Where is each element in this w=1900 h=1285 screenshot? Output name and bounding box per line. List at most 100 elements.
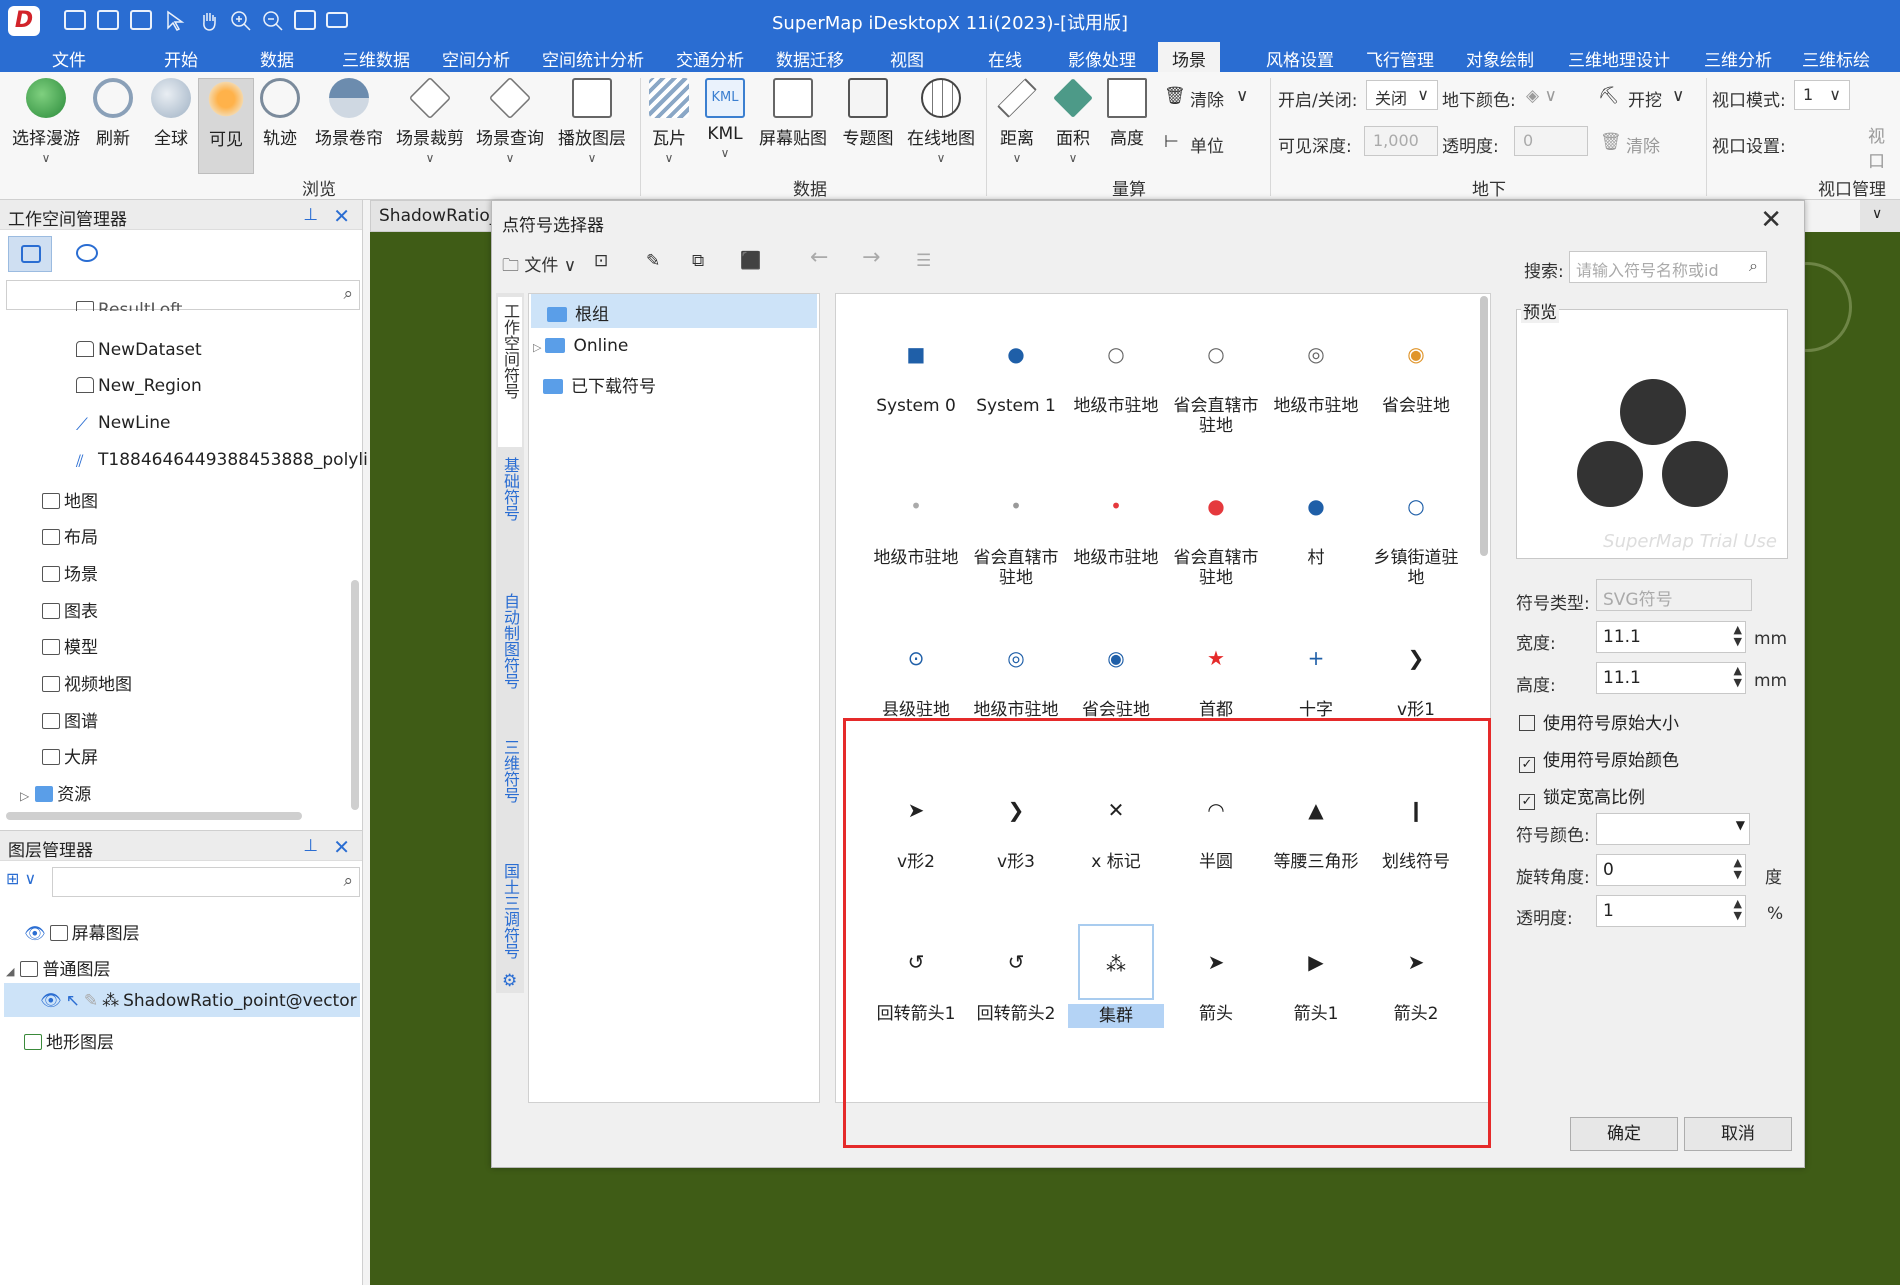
scene-swipe-button[interactable]: 场景卷帘 [310,78,388,149]
lock-aspect-ratio-checkbox[interactable]: ✓ 锁定宽高比例 [1519,783,1645,810]
symbol-cell[interactable]: ➤ v形2 [868,772,964,872]
workspace-search-input[interactable]: ⌕ [6,280,360,310]
layer-terrain[interactable]: 地形图层 [24,1028,114,1053]
symbol-cell[interactable]: ▲ 等腰三角形 [1268,772,1364,872]
forward-arrow-icon[interactable]: → [862,245,880,275]
tree-item-newdataset[interactable]: NewDataset [76,340,202,360]
symbol-cell[interactable]: ○ 地级市驻地 [1068,316,1164,416]
tree-item-video-maps[interactable]: 视频地图 [42,670,132,695]
symbol-cell[interactable]: + 十字 [1268,620,1364,720]
unit-button[interactable]: 单位 [1190,132,1224,157]
tab-flight-management[interactable]: 飞行管理 [1366,46,1434,71]
resource-tab[interactable] [66,236,110,272]
underground-color-picker[interactable]: ◈ ∨ [1526,86,1557,106]
visible-button[interactable]: 可见 [198,78,254,174]
symbol-cell[interactable]: • 省会直辖市驻地 [968,468,1064,588]
tab-traffic-analysis[interactable]: 交通分析 [676,46,744,71]
scene-tab[interactable]: ShadowRatio_ [370,200,498,232]
tab-basic-symbols[interactable]: 基础符号 [498,457,522,577]
workspace-hscrollbar[interactable] [6,812,302,820]
symbol-cell[interactable]: ➤ [1368,1076,1464,1102]
online-map-button[interactable]: 在线地图 ∨ [900,78,982,165]
tree-item-newline[interactable]: ⟋ NewLine [76,413,171,435]
symbol-cell[interactable]: ● 省会直辖市驻地 [1168,468,1264,588]
symbol-cell[interactable]: ◉ 省会驻地 [1368,316,1464,416]
symbol-cell[interactable]: ▶ 箭头1 [1268,924,1364,1024]
visible-depth-input[interactable]: 1,000 [1364,126,1438,156]
ok-button[interactable]: 确定 [1570,1117,1678,1151]
symbol-cell-selected[interactable]: ⁂ 集群 [1068,924,1164,1028]
dig-dropdown-icon[interactable]: ∨ [1672,86,1684,106]
symbol-cell[interactable]: ⊙ 县级驻地 [868,620,964,720]
symbol-grid-scrollbar[interactable] [1480,296,1488,556]
symbol-cell[interactable]: ➤ [1068,1076,1164,1102]
checkbox-box[interactable] [1519,715,1535,731]
cancel-button[interactable]: 取消 [1684,1117,1792,1151]
close-icon[interactable]: ✕ [333,204,350,228]
collapse-arrow-icon[interactable]: ◢ [6,965,14,978]
symbol-cell[interactable]: ➤ 箭头2 [1368,924,1464,1024]
rotation-input[interactable]: 0 ▲ ▼ [1596,854,1746,886]
eye-icon[interactable]: 👁 [24,924,46,944]
selectable-icon[interactable]: ↖ [66,991,80,1011]
tab-dropdown-icon[interactable]: ∨ [1860,200,1900,232]
symbol-cell[interactable]: ○ 乡镇街道驻地 [1368,468,1464,588]
symbol-search-input[interactable]: 请输入符号名称或id ⌕ [1569,251,1767,283]
pin-icon[interactable]: ⊥ [303,205,318,225]
layer-shadowratio[interactable]: 👁 ↖ ✎ ⁂ ShadowRatio_point@vector [40,991,357,1011]
symbol-cell[interactable]: ■ System 0 [868,316,964,416]
tab-file[interactable]: 文件 [52,46,86,71]
track-button[interactable]: 轨迹 [252,78,308,149]
layer-search-input[interactable]: ⌕ [52,867,360,897]
workspace-scrollbar[interactable] [351,580,359,810]
symbol-cell[interactable]: ➤ [968,1076,1064,1102]
tab-object-drawing[interactable]: 对象绘制 [1466,46,1534,71]
symbol-cell[interactable]: ❙ 划线符号 [1368,772,1464,872]
group-online[interactable]: ▷ Online [533,336,628,356]
height-input[interactable]: 11.1 ▲ ▼ [1596,662,1746,694]
symbol-cell[interactable]: ● System 1 [968,316,1064,416]
tree-item-resources[interactable]: ▷ 资源 [20,780,91,805]
play-layer-button[interactable]: 播放图层 ∨ [552,78,632,165]
globe-button[interactable]: 全球 [138,78,204,149]
scene-clip-button[interactable]: 场景裁剪 ∨ [390,76,470,165]
layer-screen[interactable]: 👁 屏幕图层 [24,919,140,944]
tree-item-dashboards[interactable]: 大屏 [42,743,98,768]
tree-item-layouts[interactable]: 布局 [42,523,98,548]
group-downloaded[interactable]: 已下载符号 [543,372,656,397]
width-input[interactable]: 11.1 ▲ ▼ [1596,621,1746,653]
symbol-cell[interactable]: ↺ 回转箭头1 [868,924,964,1024]
edit-symbol-icon[interactable]: ✎ [646,251,660,281]
delete-symbol-icon[interactable]: ⬛ [740,251,761,281]
file-menu-button[interactable]: 🗀 文件 ∨ [502,251,576,281]
tab-3d-plotting[interactable]: 三维标绘 [1802,46,1870,71]
kml-button[interactable]: KML KML ∨ [692,78,758,160]
expand-arrow-icon[interactable]: ▷ [20,789,29,803]
new-symbol-icon[interactable]: ⊡ [594,251,608,281]
symbol-cell[interactable]: ◠ 半圆 [1168,772,1264,872]
tab-spatial-analysis[interactable]: 空间分析 [442,46,510,71]
tab-data[interactable]: 数据 [260,46,294,71]
symbol-cell[interactable]: ❯ v形3 [968,772,1064,872]
tab-3d-symbols[interactable]: 三维符号 [498,739,522,849]
use-original-size-checkbox[interactable]: 使用符号原始大小 [1519,709,1679,734]
clear-dig-button[interactable]: 清除 [1626,132,1660,157]
symbol-cell[interactable]: › [868,1076,964,1102]
symbol-cell[interactable]: ➤ 箭头 [1168,924,1264,1024]
pin-icon[interactable]: ⊥ [303,836,318,856]
add-layer-dropdown[interactable]: ⊞ ∨ [6,869,46,897]
spinner-icon[interactable]: ▲ ▼ [1734,898,1742,922]
properties-icon[interactable]: ☰ [916,251,931,281]
spinner-icon[interactable]: ▲ ▼ [1734,665,1742,689]
dig-button[interactable]: 开挖 [1628,86,1662,111]
symbol-cell[interactable]: ➤ [1168,1076,1264,1102]
tree-item-new-region[interactable]: New_Region [76,376,202,396]
tab-start[interactable]: 开始 [164,46,198,71]
tab-workspace-symbols[interactable]: 工作空间符号 [498,297,522,447]
symbol-cell[interactable]: • 地级市驻地 [1068,468,1164,568]
layer-normal[interactable]: ◢ 普通图层 [6,955,110,980]
symbol-cell[interactable]: ● 村 [1268,468,1364,568]
thematic-map-button[interactable]: 专题图 [832,78,904,149]
tab-style-settings[interactable]: 风格设置 [1266,46,1334,71]
symbol-cell[interactable]: › [1268,1076,1364,1102]
